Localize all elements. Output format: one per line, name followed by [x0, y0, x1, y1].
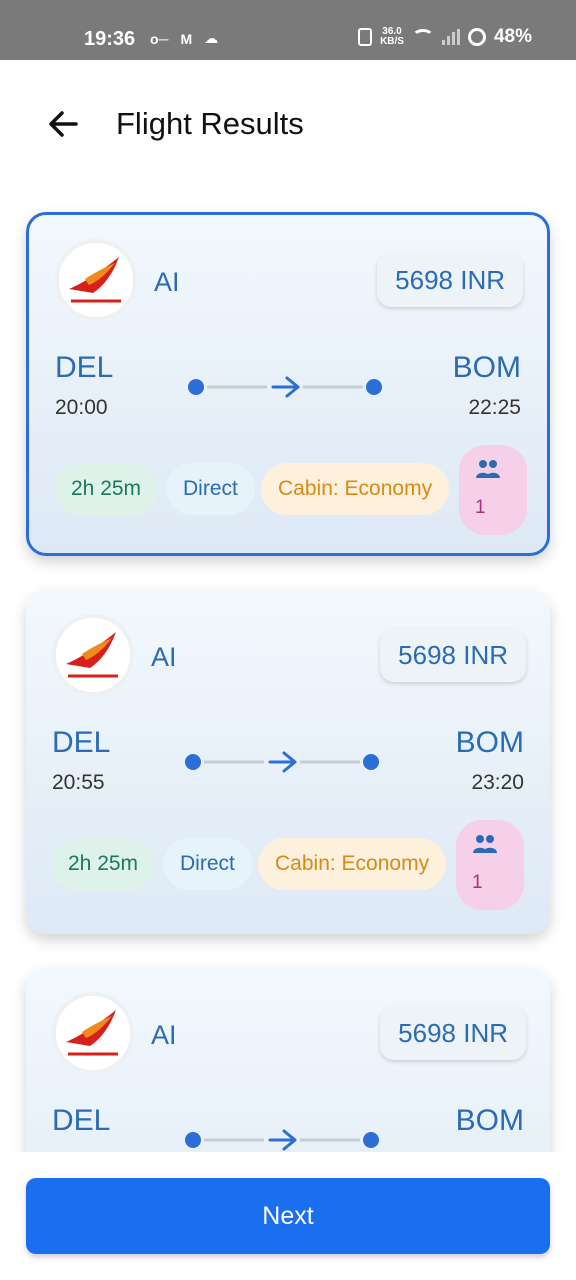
status-time: 19:36 — [84, 28, 136, 50]
passenger-count: 1 — [475, 497, 486, 518]
status-bar: 19:36 o─ M ☁ 36.0 KB/S 48% — [0, 0, 576, 60]
signal-icon — [441, 29, 460, 45]
duration-chip: 2h 25m — [51, 838, 156, 890]
gmail-icon: M — [180, 30, 193, 47]
destination-code: BOM — [455, 1104, 524, 1137]
flight-card[interactable]: AI 5698 INR DEL BOM — [26, 968, 550, 1152]
system-icons: 36.0 KB/S 48% — [358, 26, 532, 48]
battery-level: 48% — [493, 26, 532, 47]
destination-code: BOM — [452, 351, 521, 384]
origin-code: DEL — [52, 726, 111, 759]
air-india-logo-icon — [69, 257, 121, 303]
route-indicator — [185, 751, 379, 773]
network-speed: 36.0 KB/S — [380, 27, 404, 47]
price-badge: 5698 INR — [380, 628, 526, 682]
duration-chip: 2h 25m — [54, 463, 159, 515]
stops-chip: Direct — [163, 838, 252, 890]
arrival-time: 23:20 — [471, 771, 524, 794]
next-button[interactable]: Next — [26, 1178, 550, 1254]
price-badge: 5698 INR — [380, 1006, 526, 1060]
notification-icons: o─ M ☁ — [150, 30, 218, 47]
route-indicator — [185, 1129, 379, 1151]
page-title: Flight Results — [116, 106, 304, 141]
air-india-logo-icon — [66, 632, 118, 678]
origin-code: DEL — [55, 351, 114, 384]
people-icon — [473, 835, 497, 853]
destination-code: BOM — [455, 726, 524, 759]
flight-card[interactable]: AI 5698 INR DEL 20:55 BOM 23:20 2h 25m D… — [26, 590, 550, 934]
origin-code: DEL — [52, 1104, 111, 1137]
airline-code: AI — [154, 267, 180, 297]
price-badge: 5698 INR — [377, 253, 523, 307]
route-indicator — [188, 376, 382, 398]
arrow-left-icon — [49, 111, 78, 137]
airline-logo — [52, 992, 134, 1074]
flight-results-list[interactable]: AI 5698 INR DEL 20:00 BOM 22:25 2h 25m D… — [0, 192, 576, 1152]
back-button[interactable] — [40, 100, 88, 148]
arrival-time: 22:25 — [468, 396, 521, 419]
app-header: Flight Results — [0, 60, 576, 192]
key-icon: o─ — [150, 30, 169, 47]
cabin-chip: Cabin: Economy — [261, 463, 450, 515]
speed-unit: KB/S — [380, 36, 404, 47]
airline-code: AI — [151, 1020, 177, 1050]
wifi-icon — [411, 29, 434, 45]
airline-logo — [52, 614, 134, 696]
bottom-bar: Next — [0, 1152, 576, 1280]
departure-time: 20:55 — [52, 771, 105, 794]
cloud-icon: ☁ — [204, 30, 219, 46]
people-icon — [476, 460, 500, 478]
departure-time: 20:00 — [55, 396, 108, 419]
stops-chip: Direct — [166, 463, 255, 515]
passenger-count: 1 — [472, 872, 483, 893]
airline-logo — [55, 239, 137, 321]
cabin-chip: Cabin: Economy — [258, 838, 447, 890]
data-saver-icon — [467, 28, 486, 46]
passengers-badge: 1 — [459, 445, 527, 535]
air-india-logo-icon — [66, 1010, 118, 1056]
passengers-badge: 1 — [456, 820, 524, 910]
flight-card[interactable]: AI 5698 INR DEL 20:00 BOM 22:25 2h 25m D… — [26, 212, 550, 556]
vibrate-icon — [358, 28, 373, 46]
airline-code: AI — [151, 642, 177, 672]
